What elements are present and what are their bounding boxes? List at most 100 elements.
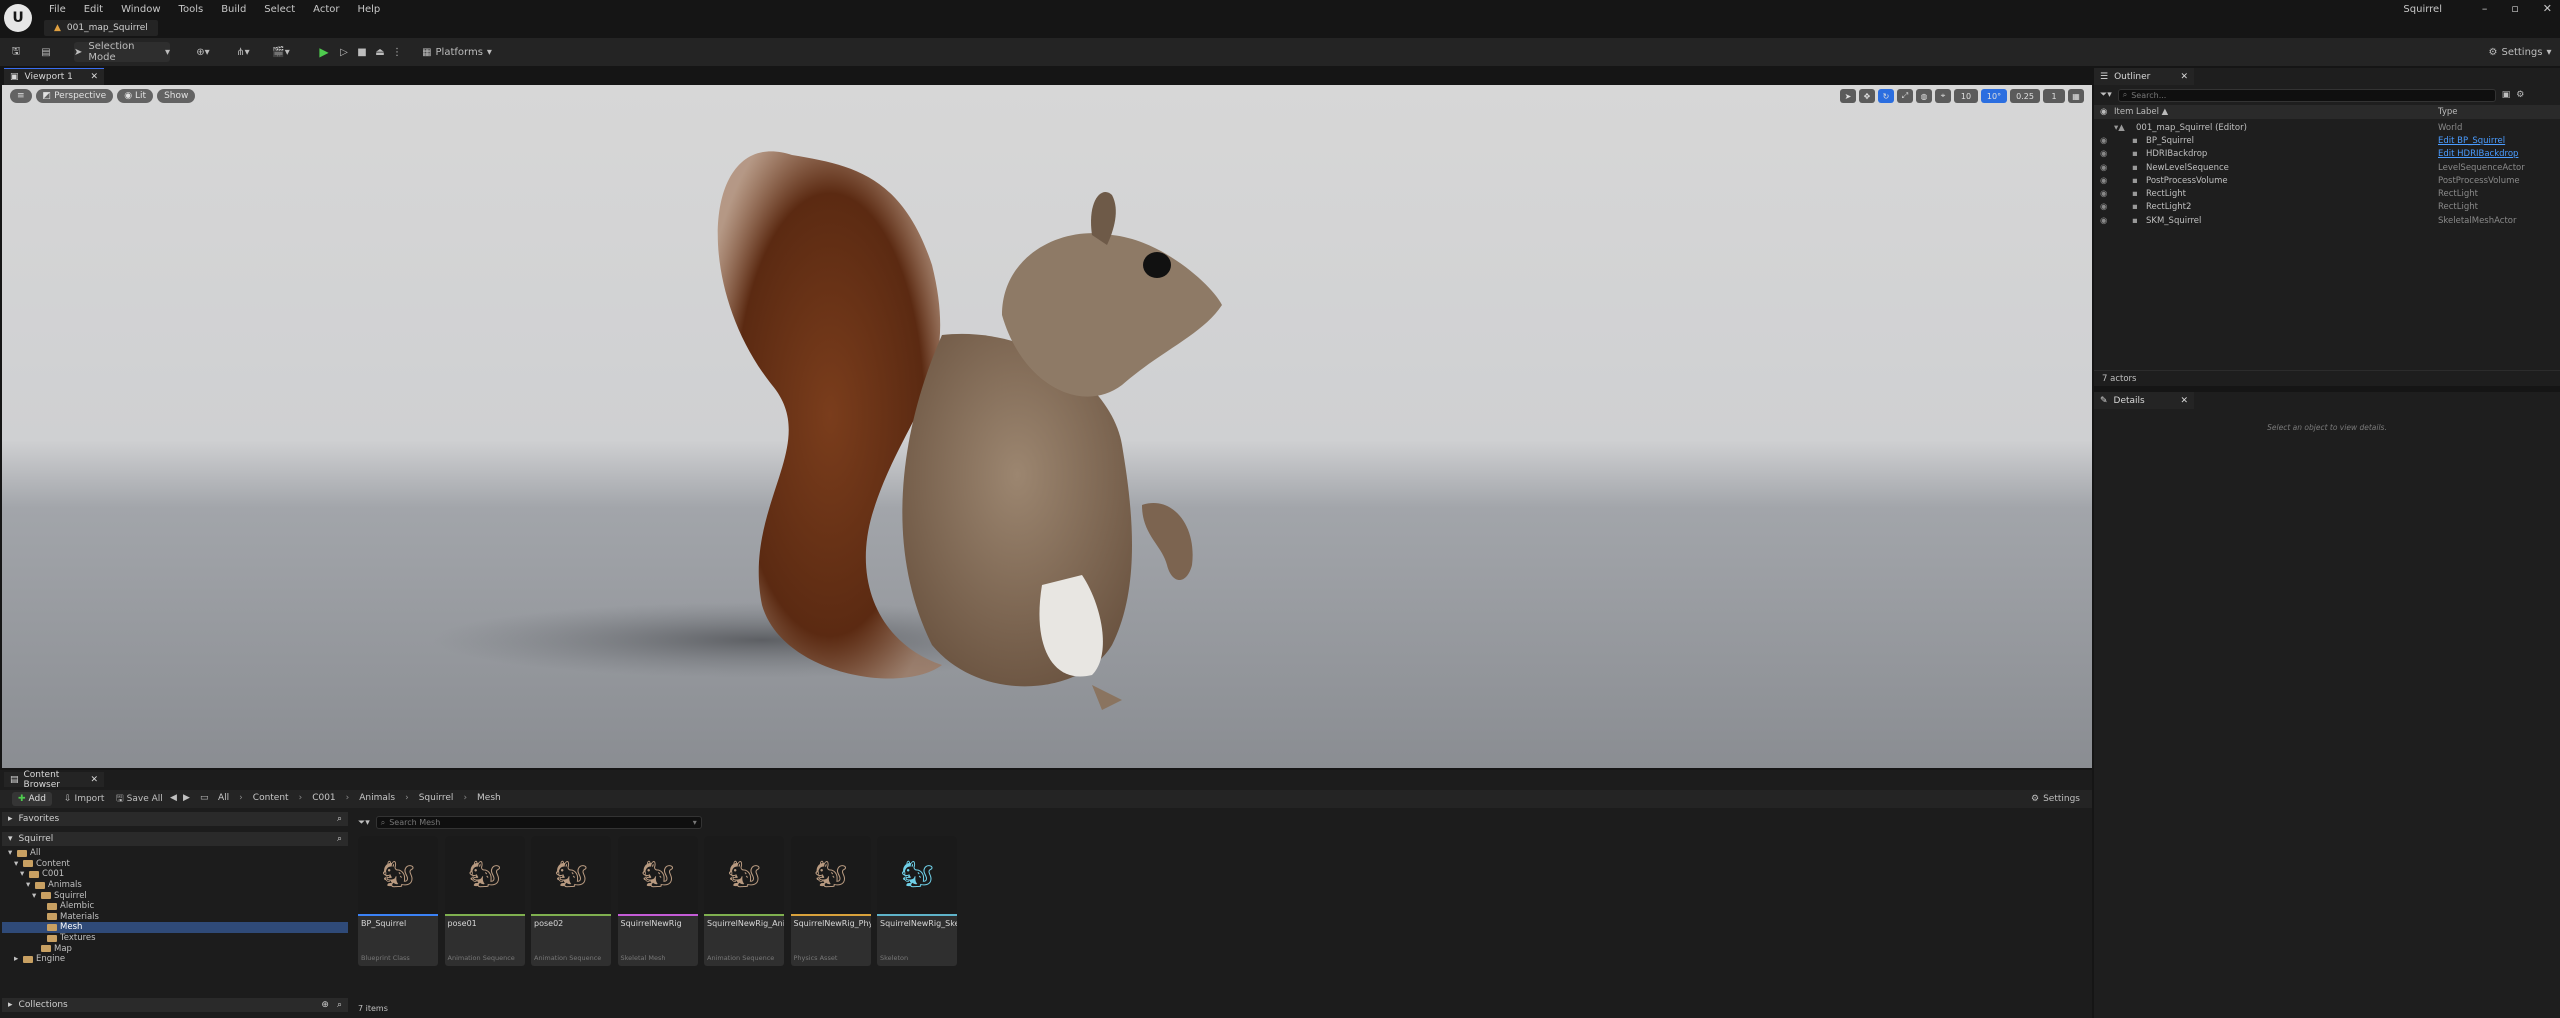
- menu-window[interactable]: Window: [112, 4, 169, 15]
- lit-button[interactable]: ◉ Lit: [117, 89, 154, 103]
- folder-tree-item[interactable]: Materials: [2, 912, 348, 923]
- outliner-row-edit-link[interactable]: Edit HDRIBackdrop: [2438, 149, 2518, 159]
- content-browser-tab[interactable]: ▤ Content Browser ✕: [4, 770, 104, 790]
- step-icon[interactable]: ▷: [338, 42, 350, 62]
- chevron-icon[interactable]: ▾: [8, 848, 14, 858]
- rotation-snap-button[interactable]: 10°: [1981, 89, 2007, 103]
- folder-tree-item[interactable]: ▾ C001: [2, 869, 348, 880]
- root-section[interactable]: ▾ Squirrel ⌕: [2, 832, 348, 846]
- menu-file[interactable]: File: [40, 4, 75, 15]
- stop-icon[interactable]: ■: [356, 42, 368, 62]
- asset-tile[interactable]: 🐿 SquirrelNewRig_PhysicsAsset Physics Asse…: [790, 836, 871, 966]
- menu-build[interactable]: Build: [212, 4, 255, 15]
- folder-tree-item[interactable]: Textures: [2, 933, 348, 944]
- visibility-icon[interactable]: ◉: [2100, 189, 2107, 199]
- close-icon[interactable]: ✕: [90, 72, 98, 82]
- asset-tile[interactable]: 🐿 BP_Squirrel Blueprint Class: [358, 836, 438, 966]
- search-icon[interactable]: ⌕: [337, 1000, 342, 1010]
- menu-tools[interactable]: Tools: [170, 4, 213, 15]
- chevron-icon[interactable]: ▸: [14, 954, 20, 964]
- scale-snap-button[interactable]: 0.25: [2010, 89, 2040, 103]
- asset-search-input[interactable]: ⌕ Search Mesh ▾: [375, 816, 702, 829]
- folder-tree-item[interactable]: ▾ Squirrel: [2, 890, 348, 901]
- asset-tile[interactable]: 🐿 pose01 Animation Sequence: [444, 836, 525, 966]
- chevron-icon[interactable]: ▾: [20, 869, 26, 879]
- add-button[interactable]: ✚ Add: [12, 792, 52, 806]
- selection-mode-dropdown[interactable]: ➤ Selection Mode ▾: [74, 41, 170, 63]
- visibility-icon[interactable]: ◉: [2100, 202, 2107, 212]
- folder-tree-item[interactable]: ▾ Animals: [2, 880, 348, 891]
- save-all-button[interactable]: 🖫 Save All: [116, 792, 163, 806]
- settings-button[interactable]: ⚙ Settings ▾: [2489, 42, 2552, 62]
- cinematics-icon[interactable]: 🎬▾: [266, 42, 296, 62]
- menu-actor[interactable]: Actor: [304, 4, 348, 15]
- show-button[interactable]: Show: [157, 89, 196, 103]
- visibility-icon[interactable]: ◉: [2100, 136, 2107, 146]
- close-icon[interactable]: ✕: [2180, 72, 2188, 82]
- chevron-icon[interactable]: ▾: [32, 891, 38, 901]
- menu-select[interactable]: Select: [255, 4, 304, 15]
- visibility-icon[interactable]: ◉: [2100, 163, 2107, 173]
- outliner-row[interactable]: ◉ ▪ PostProcessVolume PostProcessVolume: [2094, 174, 2560, 187]
- surface-snap-icon[interactable]: ⌖: [1935, 89, 1951, 103]
- asset-tile[interactable]: 🐿 SquirrelNewRig_Anim Animation Sequence: [704, 836, 784, 966]
- breadcrumb-c001[interactable]: C001: [312, 793, 335, 803]
- visibility-icon[interactable]: ◉: [2100, 149, 2107, 159]
- add-actor-icon[interactable]: ⊕▾: [190, 42, 216, 62]
- breadcrumb-mesh[interactable]: Mesh: [477, 793, 501, 803]
- close-icon[interactable]: ✕: [2543, 2, 2552, 15]
- maximize-icon[interactable]: ▫: [2511, 2, 2518, 15]
- viewport-options-button[interactable]: ≡: [10, 89, 32, 103]
- save-icon[interactable]: 🖫: [8, 42, 24, 62]
- outliner-tab[interactable]: ☰ Outliner ✕: [2094, 68, 2194, 85]
- breadcrumb-all[interactable]: All: [218, 793, 229, 803]
- filter-icon[interactable]: ⏷▾: [358, 818, 370, 828]
- scale-icon[interactable]: ⤢: [1897, 89, 1913, 103]
- asset-tile[interactable]: 🐿 SquirrelNewRig Skeletal Mesh: [617, 836, 698, 966]
- add-folder-icon[interactable]: ▣: [2502, 90, 2511, 100]
- camera-speed-button[interactable]: 1: [2043, 89, 2065, 103]
- minimize-icon[interactable]: –: [2482, 2, 2488, 15]
- folder-tree-item[interactable]: Map: [2, 943, 348, 954]
- outliner-row[interactable]: ▾▲ 001_map_Squirrel (Editor) World: [2094, 121, 2560, 134]
- world-local-icon[interactable]: ◍: [1916, 89, 1932, 103]
- add-collection-icon[interactable]: ⊕: [321, 1000, 329, 1010]
- col-type[interactable]: Type: [2438, 107, 2458, 117]
- folder-tree-item[interactable]: ▾ All: [2, 848, 348, 859]
- search-icon[interactable]: ⌕: [337, 814, 342, 824]
- outliner-row[interactable]: ◉ ▪ NewLevelSequence LevelSequenceActor: [2094, 161, 2560, 174]
- eject-icon[interactable]: ⏏: [374, 42, 386, 62]
- visibility-icon[interactable]: ◉: [2100, 107, 2107, 117]
- rotate-icon[interactable]: ↻: [1878, 89, 1894, 103]
- folder-tree-item[interactable]: ▾ Content: [2, 859, 348, 870]
- breadcrumb-animals[interactable]: Animals: [359, 793, 395, 803]
- viewport-tab[interactable]: ▣ Viewport 1 ✕: [4, 68, 104, 85]
- platforms-dropdown[interactable]: ▦ Platforms ▾: [422, 42, 492, 62]
- outliner-row[interactable]: ◉ ▪ RectLight2 RectLight: [2094, 201, 2560, 214]
- blueprint-icon[interactable]: ⋔▾: [228, 42, 258, 62]
- visibility-icon[interactable]: ◉: [2100, 216, 2107, 226]
- import-button[interactable]: ⇩ Import: [64, 792, 104, 806]
- asset-tile[interactable]: 🐿 SquirrelNewRig_Skeleton Skeleton: [877, 836, 957, 966]
- folder-tree-item[interactable]: Alembic: [2, 901, 348, 912]
- outliner-row[interactable]: ◉ ▪ BP_Squirrel Edit BP_Squirrel: [2094, 134, 2560, 147]
- favorites-section[interactable]: ▸ Favorites ⌕: [2, 812, 348, 826]
- folder-tree-item[interactable]: ▸ Engine: [2, 954, 348, 965]
- gear-icon[interactable]: ⚙: [2516, 90, 2524, 100]
- outliner-search-input[interactable]: ⌕ Search...: [2117, 88, 2496, 102]
- details-tab[interactable]: ✎ Details ✕: [2094, 392, 2194, 409]
- breadcrumb-content[interactable]: Content: [253, 793, 289, 803]
- map-tab[interactable]: ▲ 001_map_Squirrel: [44, 20, 158, 36]
- history-back-icon[interactable]: ◀: [170, 793, 177, 803]
- collections-section[interactable]: ▸ Collections ⊕ ⌕: [2, 998, 348, 1012]
- outliner-row[interactable]: ◉ ▪ SKM_Squirrel SkeletalMeshActor: [2094, 214, 2560, 227]
- more-icon[interactable]: ⋮: [392, 42, 402, 62]
- perspective-button[interactable]: ◩ Perspective: [35, 89, 114, 103]
- grid-snap-button[interactable]: 10: [1954, 89, 1978, 103]
- folder-tree-item[interactable]: Mesh: [2, 922, 348, 933]
- breadcrumb-squirrel[interactable]: Squirrel: [419, 793, 454, 803]
- col-item-label[interactable]: Item Label ▲: [2114, 107, 2168, 117]
- translate-icon[interactable]: ✥: [1859, 89, 1875, 103]
- menu-help[interactable]: Help: [348, 4, 389, 15]
- content-icon[interactable]: ▤: [38, 42, 54, 62]
